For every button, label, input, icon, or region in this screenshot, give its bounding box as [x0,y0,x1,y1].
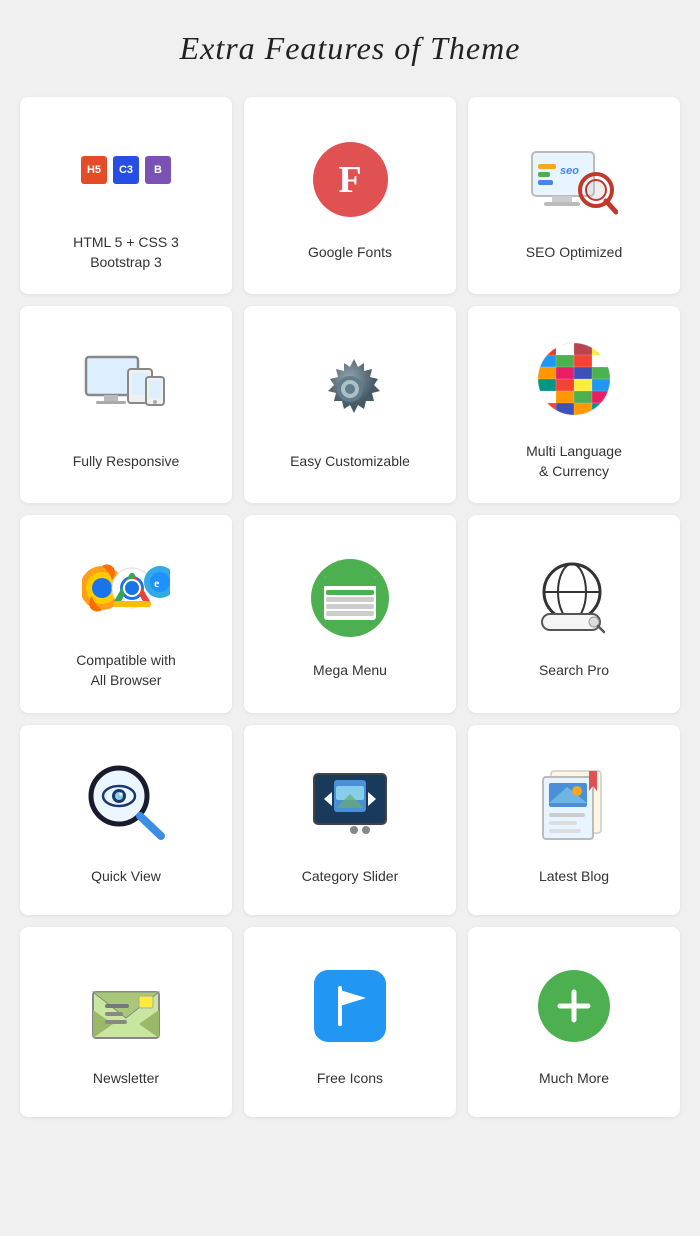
google-fonts-label: Google Fonts [308,243,392,263]
feature-card-google-fonts: F Google Fonts [244,97,456,294]
seo-icon: seo [529,135,619,225]
html-css-bootstrap-label: HTML 5 + CSS 3Bootstrap 3 [73,233,179,272]
megamenu-label: Mega Menu [313,661,387,681]
blog-label: Latest Blog [539,867,609,887]
latest-blog-icon [529,759,619,849]
flag-svg [328,984,372,1028]
quickview-label: Quick View [91,867,161,887]
feature-card-searchpro: Search Pro [468,515,680,712]
search-pro-icon [529,553,619,643]
searchpro-label: Search Pro [539,661,609,681]
page-title: Extra Features of Theme [20,30,680,67]
much-more-icon [529,961,619,1051]
google-fonts-icon: F [305,135,395,225]
feature-card-responsive: Fully Responsive [20,306,232,503]
newsletter-icon [81,961,171,1051]
quickview-icon [81,759,171,849]
feature-card-newsletter: Newsletter [20,927,232,1117]
feature-card-freeicons: Free Icons [244,927,456,1117]
browsers-icon: e [81,543,171,633]
features-grid: H5 C3 B HTML 5 + CSS 3Bootstrap 3 F Goog… [20,97,680,1117]
gfonts-circle: F [313,142,388,217]
much-more-circle [538,970,610,1042]
page-container: Extra Features of Theme H5 C3 B HTML 5 +… [0,0,700,1147]
plus-svg [554,986,594,1026]
muchmore-label: Much More [539,1069,609,1089]
newsletter-label: Newsletter [93,1069,159,1089]
blog-svg [535,765,613,843]
responsive-svg [82,353,170,425]
searchpro-svg [534,562,614,634]
feature-card-catslider: Category Slider [244,725,456,915]
browsers-svg: e [82,554,170,622]
feature-card-quickview: Quick View [20,725,232,915]
css3-badge: C3 [113,156,139,184]
feature-card-blog: Latest Blog [468,725,680,915]
quickview-svg [85,764,167,844]
feature-card-muchmore: Much More [468,927,680,1117]
catslider-svg [306,770,394,838]
customizable-label: Easy Customizable [290,452,410,472]
feature-card-multilang: Multi Language& Currency [468,306,680,503]
bootstrap-badge: B [145,156,171,184]
freeicons-label: Free Icons [317,1069,383,1089]
free-icons-box [314,970,386,1042]
feature-card-html-css-bootstrap: H5 C3 B HTML 5 + CSS 3Bootstrap 3 [20,97,232,294]
gear-svg [314,353,386,425]
globe-flags-icon [529,334,619,424]
html5-badge: H5 [81,156,107,184]
seo-label: SEO Optimized [526,243,622,263]
megamenu-icon [305,553,395,643]
free-icons-icon [305,961,395,1051]
seo-svg: seo [530,144,618,216]
svg-text:e: e [154,576,160,590]
newsletter-svg [85,970,167,1042]
multilang-label: Multi Language& Currency [526,442,622,481]
feature-card-customizable: Easy Customizable [244,306,456,503]
html-css-bootstrap-icon: H5 C3 B [81,125,171,215]
responsive-label: Fully Responsive [73,452,180,472]
feature-card-browser: e Compatible withAll Browser [20,515,232,712]
category-slider-icon [305,759,395,849]
gear-icon [305,344,395,434]
feature-card-seo: seo SEO Optimized [468,97,680,294]
feature-card-megamenu: Mega Menu [244,515,456,712]
responsive-icon [81,344,171,434]
browser-label: Compatible withAll Browser [76,651,176,690]
catslider-label: Category Slider [302,867,399,887]
globe-flags-svg [534,339,614,419]
svg-text:seo: seo [560,165,579,177]
